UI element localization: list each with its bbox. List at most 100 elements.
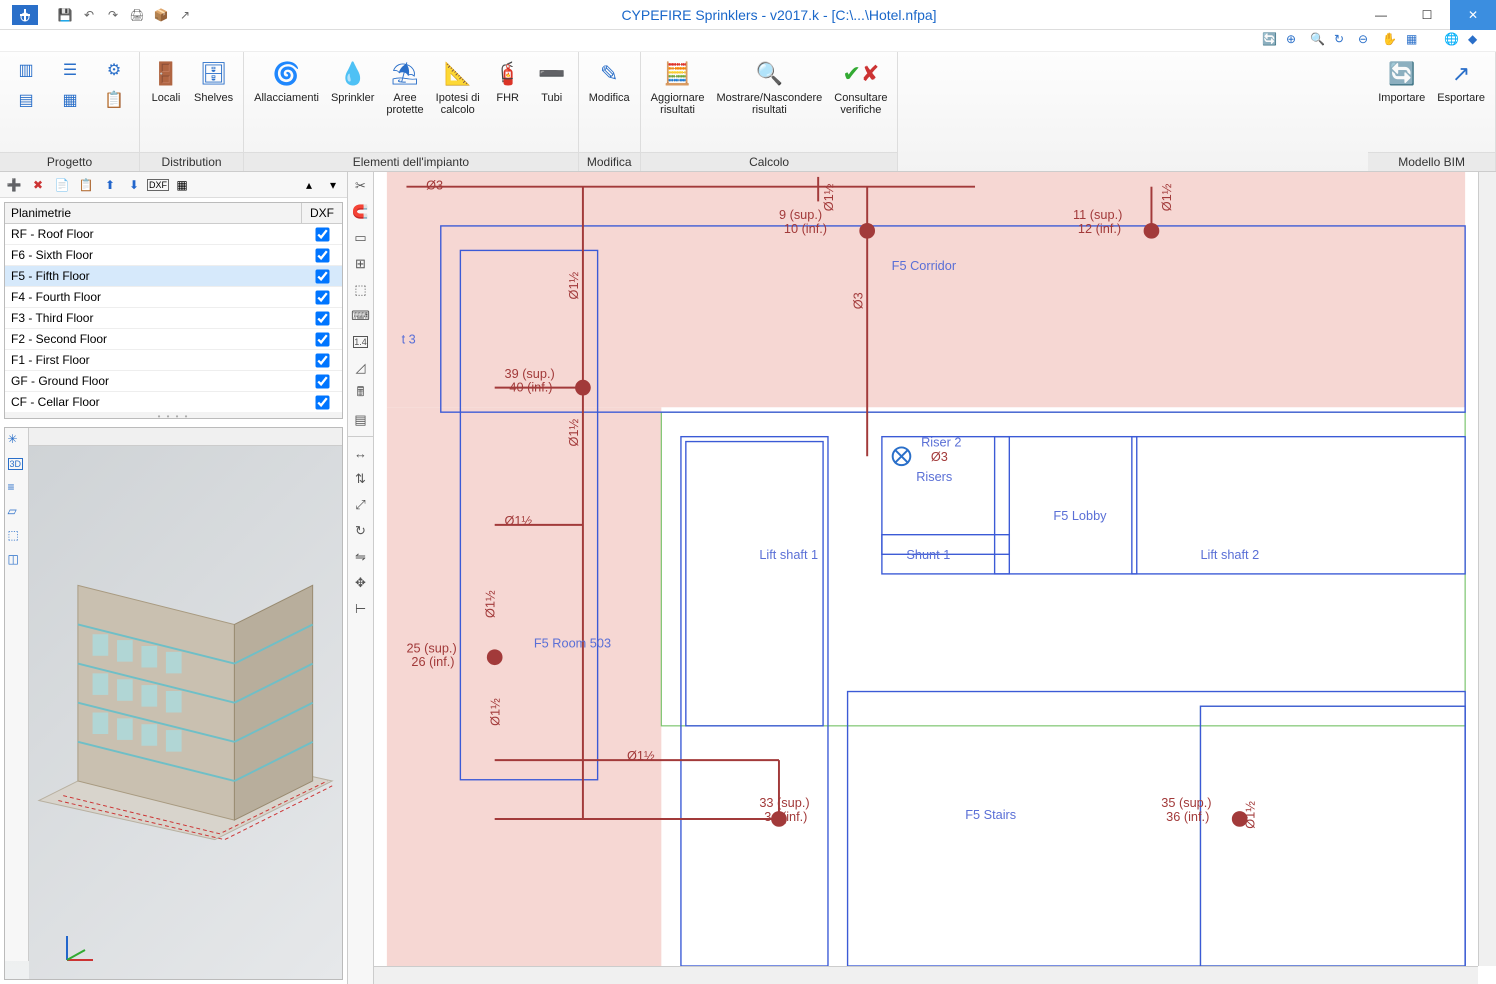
copy-icon[interactable]: 📄 [52, 175, 72, 195]
help-icon[interactable]: ◆ [1468, 32, 1486, 50]
tool-grid[interactable]: ⊞ [351, 254, 371, 274]
row-dxf-checkbox[interactable] [302, 350, 342, 370]
rotate-view-icon[interactable]: 🔄 [1262, 32, 1280, 50]
row-dxf-checkbox[interactable] [302, 266, 342, 286]
btn-mostrare[interactable]: 🔍Mostrare/Nascondere risultati [713, 56, 827, 118]
tool-move[interactable]: ✥ [351, 573, 371, 593]
save-icon[interactable]: 💾 [56, 6, 74, 24]
row-dxf-checkbox[interactable] [302, 308, 342, 328]
table-grip[interactable]: • • • • [5, 412, 342, 418]
table-row[interactable]: F3 - Third Floor [5, 308, 342, 329]
cube-icon[interactable]: ⬚ [8, 528, 26, 546]
collapse-down-icon[interactable]: ▾ [323, 175, 343, 195]
btn-grid2[interactable]: ▦ [50, 86, 90, 114]
tool-cut[interactable]: ✂ [351, 176, 371, 196]
row-dxf-checkbox[interactable] [302, 371, 342, 391]
btn-fhr[interactable]: 🧯FHR [488, 56, 528, 106]
btn-plan[interactable]: ▥ [6, 56, 46, 84]
tool-arrow1[interactable]: ↔ [351, 443, 371, 463]
btn-shelves[interactable]: 🗄Shelves [190, 56, 237, 106]
add-icon[interactable]: ➕ [4, 175, 24, 195]
row-dxf-checkbox[interactable] [302, 329, 342, 349]
axis-icon[interactable]: ✳ [8, 432, 26, 450]
preview-scrollbar-h[interactable] [29, 428, 342, 446]
btn-consultare[interactable]: ✔✘Consultare verifiche [830, 56, 891, 118]
box-icon[interactable]: 📦 [152, 6, 170, 24]
print-icon[interactable]: 🖨 [128, 6, 146, 24]
view-icon[interactable]: ▦ [1406, 32, 1424, 50]
row-dxf-checkbox[interactable] [302, 287, 342, 307]
btn-importare[interactable]: 🔄Importare [1374, 56, 1429, 106]
table-row[interactable]: GF - Ground Floor [5, 371, 342, 392]
svg-text:Ø3: Ø3 [931, 449, 948, 464]
tool-angle[interactable]: ◿ [351, 358, 371, 378]
move-up-icon[interactable]: ⬆ [100, 175, 120, 195]
layers3d-icon[interactable]: ≡ [8, 480, 26, 498]
globe-icon[interactable]: 🌐 [1444, 32, 1462, 50]
table-row[interactable]: F6 - Sixth Floor [5, 245, 342, 266]
tool-select[interactable]: ⬚ [351, 280, 371, 300]
btn-ipotesi[interactable]: 📐Ipotesi di calcolo [432, 56, 484, 118]
tool-measure[interactable]: 1.4 [351, 332, 371, 352]
btn-aggiornare[interactable]: 🧮Aggiornare risultati [647, 56, 709, 118]
tool-layers[interactable]: ▤ [351, 410, 371, 430]
btn-sprinkler[interactable]: 💧Sprinkler [327, 56, 378, 106]
btn-aree[interactable]: ⛱Aree protette [382, 56, 427, 118]
table-row[interactable]: F2 - Second Floor [5, 329, 342, 350]
table-row[interactable]: RF - Roof Floor [5, 224, 342, 245]
btn-section[interactable]: ▤ [6, 86, 46, 114]
btn-esportare[interactable]: ↗Esportare [1433, 56, 1489, 106]
row-dxf-checkbox[interactable] [302, 392, 342, 412]
cube2-icon[interactable]: ◫ [8, 552, 26, 570]
zoom-extents-icon[interactable]: ⊕ [1286, 32, 1304, 50]
delete-icon[interactable]: ✖ [28, 175, 48, 195]
btn-allacciamenti[interactable]: 🌀Allacciamenti [250, 56, 323, 106]
btn-levels[interactable]: ☰ [50, 56, 90, 84]
view3d-icon[interactable]: 3D [8, 456, 26, 474]
btn-tubi[interactable]: ➖Tubi [532, 56, 572, 106]
tool-arrow2[interactable]: ⇅ [351, 469, 371, 489]
table-row[interactable]: F4 - Fourth Floor [5, 287, 342, 308]
tool-trim[interactable]: ⊢ [351, 599, 371, 619]
layers-icon[interactable]: ▦ [172, 175, 192, 195]
collapse-up-icon[interactable]: ▴ [299, 175, 319, 195]
tool-arrow3[interactable]: ⤢ [351, 495, 371, 515]
export-icon[interactable]: ↗ [176, 6, 194, 24]
row-name: F2 - Second Floor [5, 329, 302, 349]
svg-text:Lift shaft 1: Lift shaft 1 [759, 547, 818, 562]
tool-calc[interactable]: 🖩 [351, 384, 371, 404]
preview-3d-canvas[interactable] [29, 446, 342, 979]
app-icon[interactable] [0, 0, 50, 30]
btn-locali[interactable]: 🚪Locali [146, 56, 186, 106]
maximize-button[interactable]: ☐ [1404, 0, 1450, 30]
drawing-scrollbar-h[interactable] [374, 966, 1478, 984]
persp-icon[interactable]: ▱ [8, 504, 26, 522]
undo-icon[interactable]: ↶ [80, 6, 98, 24]
zoom-out-icon[interactable]: ⊖ [1358, 32, 1376, 50]
tool-magnet[interactable]: 🧲 [351, 202, 371, 222]
btn-modifica[interactable]: ✎Modifica [585, 56, 634, 106]
dxf-icon[interactable]: DXF [148, 175, 168, 195]
table-row[interactable]: CF - Cellar Floor [5, 392, 342, 412]
btn-list[interactable]: 📋 [94, 86, 134, 114]
table-row[interactable]: F1 - First Floor [5, 350, 342, 371]
btn-settings[interactable]: ⚙ [94, 56, 134, 84]
tool-keyboard[interactable]: ⌨ [351, 306, 371, 326]
refresh-icon[interactable]: ↻ [1334, 32, 1352, 50]
tool-rotate[interactable]: ↻ [351, 521, 371, 541]
paste-icon[interactable]: 📋 [76, 175, 96, 195]
drawing-canvas[interactable]: F5 Corridor Lift shaft 1 Shunt 1 F5 Lobb… [374, 172, 1478, 966]
tool-rect[interactable]: ▭ [351, 228, 371, 248]
move-down-icon[interactable]: ⬇ [124, 175, 144, 195]
row-dxf-checkbox[interactable] [302, 224, 342, 244]
drawing-scrollbar-v[interactable] [1478, 172, 1496, 966]
table-row[interactable]: F5 - Fifth Floor [5, 266, 342, 287]
tool-mirror[interactable]: ⇋ [351, 547, 371, 567]
minimize-button[interactable]: — [1358, 0, 1404, 30]
pan-icon[interactable]: ✋ [1382, 32, 1400, 50]
close-button[interactable]: ✕ [1450, 0, 1496, 30]
row-dxf-checkbox[interactable] [302, 245, 342, 265]
redo-icon[interactable]: ↷ [104, 6, 122, 24]
col-name: Planimetrie [5, 203, 302, 223]
zoom-window-icon[interactable]: 🔍 [1310, 32, 1328, 50]
